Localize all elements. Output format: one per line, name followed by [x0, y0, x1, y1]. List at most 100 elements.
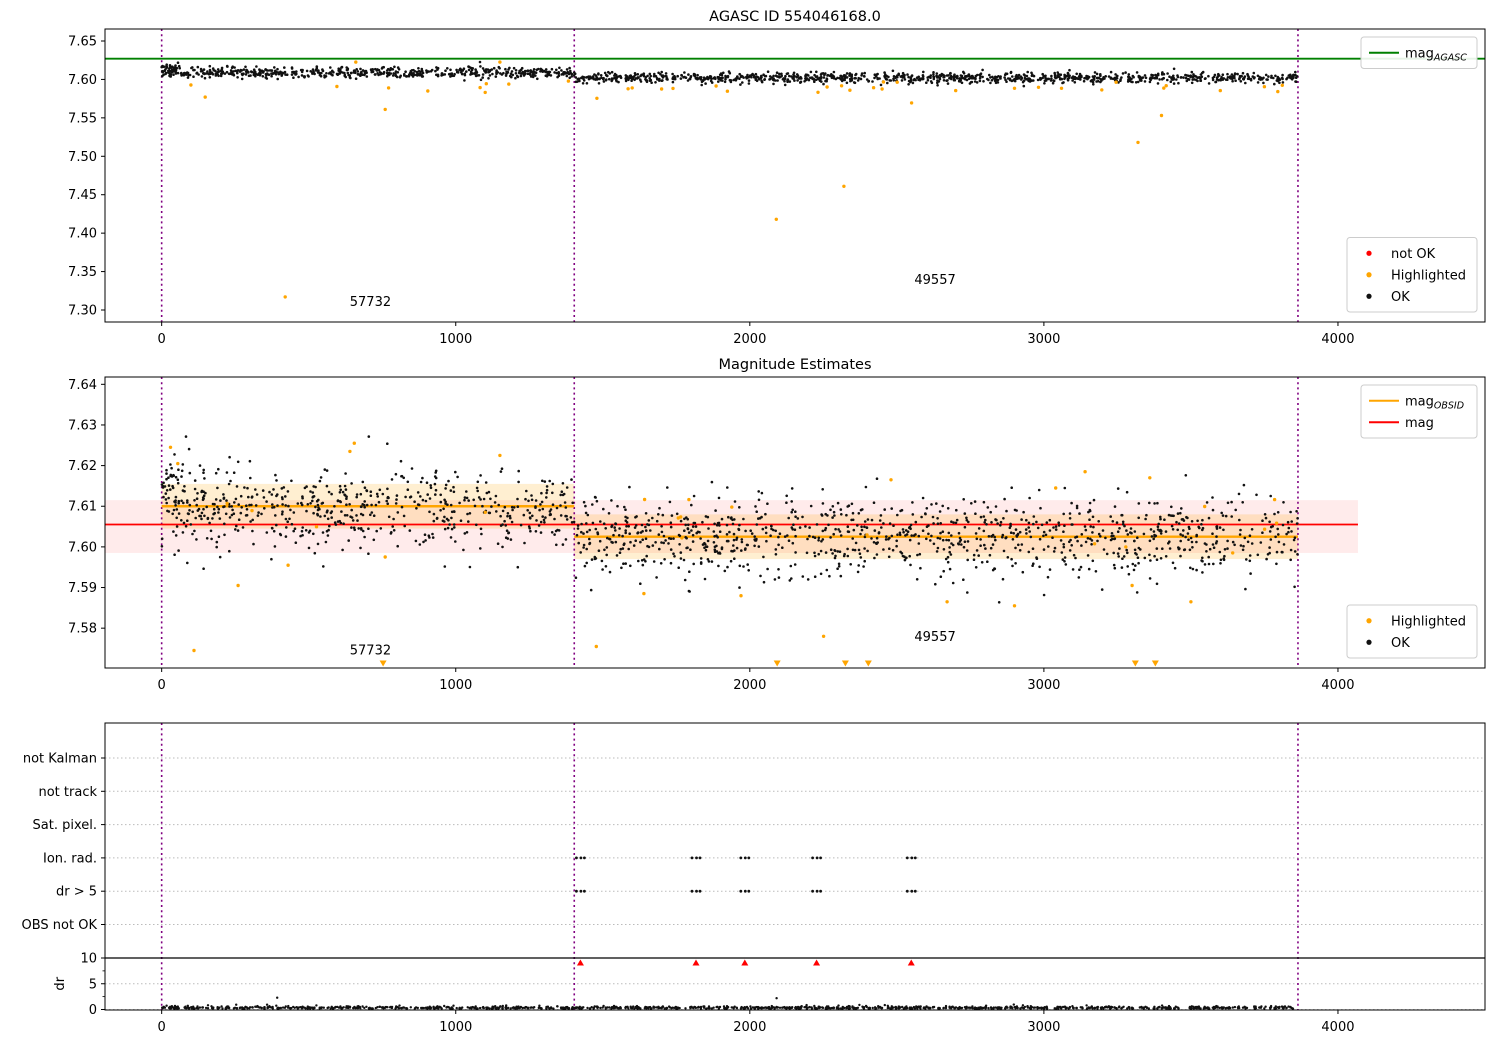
dr-point — [862, 1006, 865, 1010]
ok-point — [1101, 529, 1105, 532]
ok-point — [236, 76, 239, 79]
ok-point — [419, 495, 422, 498]
ok-point — [421, 71, 425, 75]
ok-point — [726, 486, 729, 489]
ok-point — [931, 515, 935, 519]
x-tick-label: 1000 — [439, 332, 472, 347]
ok-point — [939, 522, 942, 525]
ok-point — [1242, 483, 1246, 487]
ok-point — [949, 76, 952, 79]
ok-point — [414, 539, 418, 543]
ok-point — [522, 513, 526, 517]
ok-point — [258, 68, 261, 71]
ok-point — [1170, 77, 1173, 80]
ok-point — [652, 560, 656, 563]
ok-point — [846, 554, 850, 558]
ok-point — [939, 531, 942, 535]
dr-point — [452, 1004, 455, 1007]
ok-point — [495, 510, 498, 513]
ok-point — [896, 533, 899, 536]
axes-spines — [104, 722, 1486, 1011]
ok-point — [1231, 540, 1235, 544]
ok-point — [175, 508, 179, 511]
ok-point — [180, 74, 183, 77]
ok-point — [162, 495, 165, 499]
ok-point — [873, 556, 876, 560]
ok-point — [825, 77, 829, 80]
ok-point — [543, 480, 547, 483]
ok-point — [793, 563, 797, 566]
ok-point — [614, 529, 617, 532]
ok-point — [200, 75, 204, 78]
ok-point — [1044, 76, 1047, 80]
ok-point — [658, 506, 661, 510]
ok-point — [750, 532, 754, 535]
x-tick-label: 1000 — [439, 678, 472, 693]
ok-point — [1014, 562, 1017, 565]
ok-point — [434, 493, 437, 496]
ok-point — [443, 565, 447, 568]
ok-point — [815, 70, 818, 74]
dr-point — [634, 1006, 638, 1009]
ok-point — [586, 513, 590, 517]
ok-point — [1285, 532, 1288, 536]
ok-point — [222, 496, 226, 500]
ok-point — [186, 501, 189, 504]
ok-point — [754, 505, 757, 508]
ok-point — [757, 76, 760, 79]
flag-point — [575, 856, 578, 860]
ok-point — [723, 80, 727, 84]
dr-point — [210, 1007, 214, 1010]
ok-point — [836, 550, 840, 553]
dr-point — [705, 1007, 708, 1010]
ok-point — [575, 533, 579, 537]
ok-point — [382, 72, 385, 75]
dr-point — [661, 1005, 665, 1008]
ok-point — [648, 72, 652, 76]
flag-point — [695, 889, 698, 893]
ok-point — [908, 554, 911, 558]
ok-point — [1273, 82, 1276, 86]
ok-point — [726, 565, 729, 569]
ok-point — [596, 78, 599, 81]
dr-point — [845, 1006, 848, 1010]
ok-point — [1149, 76, 1152, 79]
dr-point — [765, 1006, 769, 1009]
ok-point — [225, 499, 228, 502]
ok-point — [176, 478, 180, 482]
dr-point — [400, 1006, 404, 1010]
ok-point — [901, 528, 905, 531]
dr-point — [967, 1006, 970, 1009]
ok-point — [963, 512, 967, 515]
ok-point — [857, 512, 861, 515]
ok-point — [394, 502, 398, 505]
dr-point — [512, 1006, 515, 1009]
ok-point — [186, 76, 190, 79]
dr-point — [691, 1006, 695, 1009]
ok-point — [1152, 537, 1155, 541]
ok-point — [560, 69, 563, 72]
ok-point — [582, 500, 586, 504]
ok-point — [192, 75, 195, 78]
dr-point — [501, 1004, 504, 1008]
ok-point — [301, 534, 304, 537]
highlighted-point — [1036, 85, 1041, 90]
ok-point — [439, 500, 443, 504]
ok-point — [1089, 525, 1092, 528]
ok-point — [516, 565, 520, 569]
ok-point — [740, 538, 744, 541]
dr-trace-series — [161, 996, 1295, 1010]
dr-point — [238, 1006, 241, 1010]
ok-point — [651, 544, 655, 547]
dr-point — [485, 1006, 488, 1009]
ok-point — [794, 534, 797, 538]
highlighted-point — [236, 583, 240, 588]
ok-point — [571, 501, 574, 505]
ok-point — [444, 502, 447, 505]
ok-point — [418, 543, 422, 546]
ok-point — [1157, 522, 1160, 526]
ok-point — [614, 540, 618, 544]
highlighted-point — [176, 461, 180, 466]
ok-point — [618, 74, 622, 78]
ok-point — [508, 66, 511, 70]
